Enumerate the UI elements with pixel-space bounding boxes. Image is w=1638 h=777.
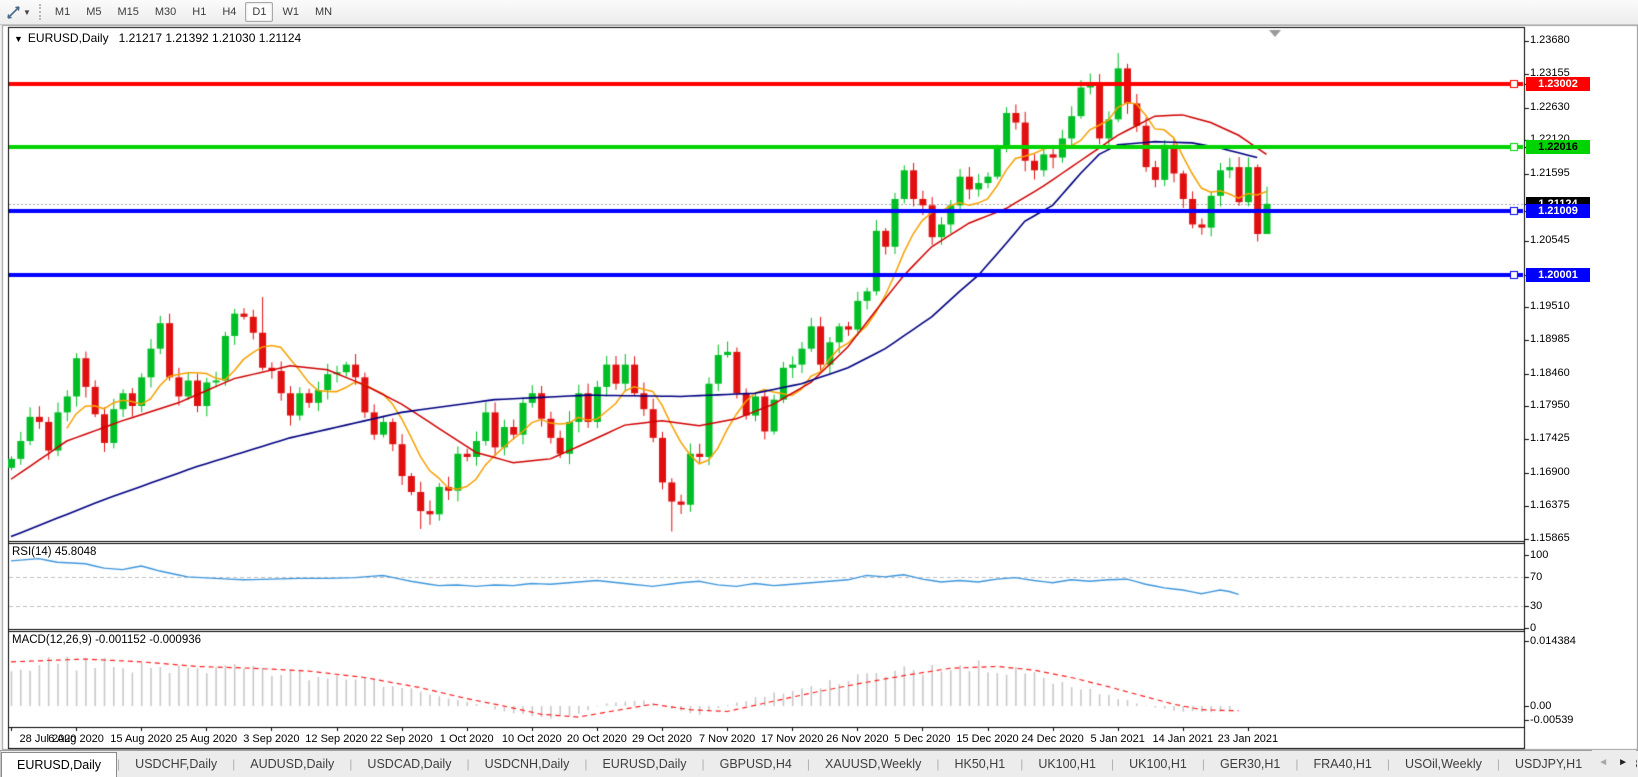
price-badge: 1.20001 <box>1526 268 1590 282</box>
price-axis-label: 1.17425 <box>1530 432 1570 444</box>
chart-tab-gbpusd-h4[interactable]: GBPUSD,H4 <box>705 751 807 777</box>
toolbar-grip <box>39 4 41 20</box>
main-chart-canvas[interactable] <box>0 0 1638 776</box>
chart-tab-usdcad-daily[interactable]: USDCAD,Daily <box>352 751 466 777</box>
timeframe-button-m15[interactable]: M15 <box>110 2 145 22</box>
chart-title-ohlc: 1.21217 1.21392 1.21030 1.21124 <box>119 31 302 45</box>
price-axis-label: 1.20545 <box>1530 234 1570 246</box>
rsi-axis-label: 70 <box>1530 571 1542 583</box>
price-axis-label: 1.17950 <box>1530 399 1570 411</box>
rsi-axis-label: 30 <box>1530 600 1542 612</box>
chart-tab-eurusd-daily[interactable]: EURUSD,Daily <box>587 751 701 777</box>
chart-tab-ger30-h1[interactable]: GER30,H1 <box>1205 751 1295 777</box>
macd-indicator-label: MACD(12,26,9) -0.001152 -0.000936 <box>12 634 201 646</box>
macd-axis-label: 0.014384 <box>1530 635 1576 647</box>
timeframe-button-h4[interactable]: H4 <box>215 2 243 22</box>
timeframe-button-h1[interactable]: H1 <box>185 2 213 22</box>
timeframe-button-m1[interactable]: M1 <box>48 2 77 22</box>
tab-scroll-arrows: ◄ ► <box>1592 750 1636 776</box>
price-axis-label: 1.21595 <box>1530 167 1570 179</box>
chart-tab-usdjpy-h1[interactable]: USDJPY,H1 <box>1500 751 1597 777</box>
chart-tab-audusd-daily[interactable]: AUDUSD,Daily <box>235 751 349 777</box>
timeframe-toolbar: ▼ M1M5M15M30H1H4D1W1MN <box>0 0 1638 25</box>
chevron-down-icon[interactable]: ▼ <box>23 8 31 17</box>
price-axis-label: 1.16375 <box>1530 499 1570 511</box>
chart-tab-usoil-weekly[interactable]: USOil,Weekly <box>1390 751 1497 777</box>
chart-tab-bar: EURUSD,Daily|USDCHF,Daily|AUDUSD,Daily|U… <box>0 750 1638 777</box>
chart-tab-fra40-h1[interactable]: FRA40,H1 <box>1299 751 1387 777</box>
price-axis-label: 1.19510 <box>1530 300 1570 312</box>
macd-axis-label: -0.00539 <box>1530 714 1573 726</box>
chart-tab-uk100-h1[interactable]: UK100,H1 <box>1023 751 1111 777</box>
rsi-axis-label: 100 <box>1530 549 1548 561</box>
chart-tab-eurusd-daily[interactable]: EURUSD,Daily <box>1 752 117 777</box>
chart-tab-usdchf-daily[interactable]: USDCHF,Daily <box>120 751 232 777</box>
timeframe-button-m5[interactable]: M5 <box>79 2 108 22</box>
tab-scroll-right-icon[interactable]: ► <box>1618 758 1628 768</box>
chart-tab-uk100-h1[interactable]: UK100,H1 <box>1114 751 1202 777</box>
rsi-indicator-label: RSI(14) 45.8048 <box>12 546 96 558</box>
price-badge: 1.22016 <box>1526 140 1590 154</box>
price-badge: 1.23002 <box>1526 77 1590 91</box>
price-badge: 1.21009 <box>1526 204 1590 218</box>
price-axis-label: 1.18460 <box>1530 367 1570 379</box>
chart-cursor-icon[interactable] <box>4 3 22 21</box>
timeframe-button-mn[interactable]: MN <box>308 2 339 22</box>
macd-axis-label: 0.00 <box>1530 700 1551 712</box>
timeframe-button-w1[interactable]: W1 <box>275 2 306 22</box>
timeframe-button-d1[interactable]: D1 <box>245 2 273 22</box>
price-axis-label: 1.16900 <box>1530 466 1570 478</box>
chart-tab-xauusd-weekly[interactable]: XAUUSD,Weekly <box>810 751 936 777</box>
chart-title-symbol: EURUSD,Daily <box>28 31 109 45</box>
tab-scroll-left-icon[interactable]: ◄ <box>1598 758 1608 768</box>
symbol-dropdown-icon[interactable]: ▼ <box>14 34 23 44</box>
price-axis-label: 1.23680 <box>1530 34 1570 46</box>
price-axis-label: 1.15865 <box>1530 532 1570 544</box>
date-axis-label: 23 Jan 2021 <box>1202 733 1294 745</box>
price-axis-label: 1.22630 <box>1530 101 1570 113</box>
chart-tab-usdcnh-daily[interactable]: USDCNH,Daily <box>470 751 585 777</box>
price-axis-label: 1.18985 <box>1530 333 1570 345</box>
chart-tab-hk50-h1[interactable]: HK50,H1 <box>939 751 1020 777</box>
timeframe-button-m30[interactable]: M30 <box>148 2 183 22</box>
chart-title: ▼ EURUSD,Daily 1.21217 1.21392 1.21030 1.2… <box>14 31 301 45</box>
rsi-axis-label: 0 <box>1530 622 1536 634</box>
